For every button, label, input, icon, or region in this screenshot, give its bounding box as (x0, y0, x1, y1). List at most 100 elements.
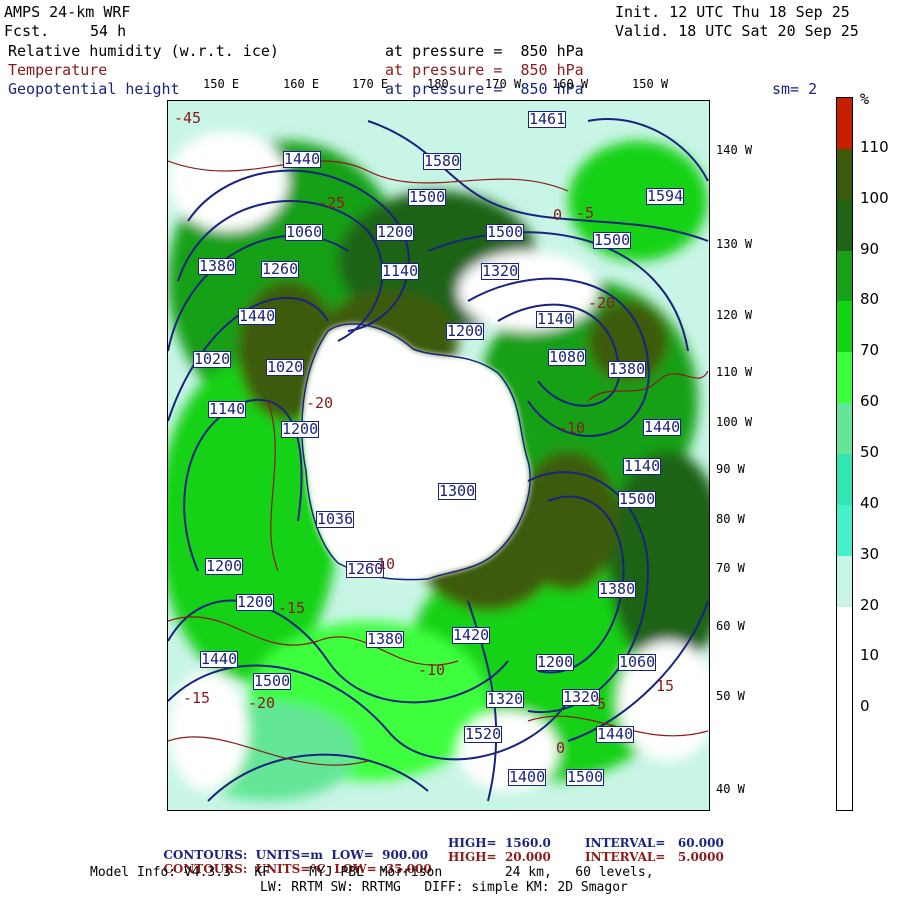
height-label: 1200 (236, 593, 275, 611)
colorbar-tick-label: 90 (860, 239, 880, 258)
height-label: 1380 (608, 360, 647, 378)
colorbar-tick-label: 60 (860, 392, 880, 411)
height-label: 1500 (618, 490, 657, 508)
lon-label-top: 170 W (485, 77, 522, 91)
temp-label: -20 (248, 694, 276, 712)
lon-label-top: 150 E (203, 77, 240, 91)
temp-label: -10 (368, 555, 396, 573)
field-rh-level: at pressure = 850 hPa (385, 42, 584, 60)
colorbar-tick-label: 30 (860, 544, 880, 563)
lon-label-top: 180 (427, 77, 449, 91)
temp-label: 0 (553, 206, 563, 224)
lon-label-right: 50 W (716, 689, 745, 703)
colorbar-segment (837, 352, 852, 404)
lon-label-right: 70 W (716, 561, 745, 575)
height-label: 1500 (566, 768, 605, 786)
lon-label-top: 160 W (552, 77, 589, 91)
lon-label-right: 100 W (716, 415, 753, 429)
temp-label: -5 (588, 695, 607, 713)
valid-time: Valid. 18 UTC Sat 20 Sep 25 (615, 22, 859, 40)
height-label: 1036 (316, 510, 355, 528)
colorbar-segment (837, 606, 852, 658)
height-label: 1440 (200, 650, 239, 668)
colorbar-segment (837, 657, 852, 709)
height-label: 1380 (198, 257, 237, 275)
temp-label: -20 (588, 294, 616, 312)
footer-model-info-2: LW: RRTM SW: RRTMG DIFF: simple KM: 2D S… (260, 880, 628, 895)
height-label: 1200 (446, 322, 485, 340)
footer-temp-interval: INTERVAL= 5.0000 (585, 850, 724, 864)
lon-label-right: 90 W (716, 462, 745, 476)
height-label: 1200 (376, 223, 415, 241)
footer-height-high: HIGH= 1560.0 (448, 836, 551, 850)
init-time: Init. 12 UTC Thu 18 Sep 25 (615, 3, 850, 21)
forecast-hour: 54 h (90, 22, 127, 40)
height-label: 1420 (452, 626, 491, 644)
height-label: 1520 (464, 725, 503, 743)
lon-label-right: 130 W (716, 237, 753, 251)
height-label: 1020 (193, 350, 232, 368)
temp-label: -45 (174, 109, 202, 127)
height-label: 1060 (618, 653, 657, 671)
lon-label-top: 160 E (283, 77, 320, 91)
height-label: 1140 (381, 262, 420, 280)
height-label: 1140 (536, 310, 575, 328)
colorbar-tick-label: 80 (860, 290, 880, 309)
height-label: 1380 (366, 630, 405, 648)
colorbar-segment (837, 403, 852, 455)
height-label: 1500 (486, 223, 525, 241)
model-title: AMPS 24-km WRF (4, 3, 131, 21)
height-label: 1380 (598, 580, 637, 598)
height-label: 1440 (238, 307, 277, 325)
colorbar-segment (837, 504, 852, 557)
field-temp-level: at pressure = 850 hPa (385, 61, 584, 79)
lon-label-right: 80 W (716, 512, 745, 526)
height-label: 1440 (283, 150, 322, 168)
footer-height-interval: INTERVAL= 60.000 (585, 836, 724, 850)
height-label: 1461 (528, 110, 567, 128)
colorbar-segment (837, 555, 852, 608)
forecast-label: Fcst. (4, 22, 50, 40)
colorbar-tick-label: 10 (860, 646, 880, 665)
colorbar-tick-label: 50 (860, 443, 880, 461)
height-label: 1500 (253, 672, 292, 690)
height-label: 1500 (593, 231, 632, 249)
field-rh-name: Relative humidity (w.r.t. ice) (8, 42, 279, 60)
temp-label: -15 (278, 599, 306, 617)
temp-label: 0 (556, 739, 566, 757)
lon-label-right: 60 W (716, 619, 745, 633)
lon-label-right: 120 W (716, 308, 753, 322)
temp-label: -25 (318, 194, 346, 212)
colorbar-tick-label: 110 (860, 137, 889, 156)
colorbar-segment (837, 98, 852, 150)
height-label: 1140 (623, 457, 662, 475)
height-label: 1500 (408, 188, 447, 206)
height-label: 1080 (548, 348, 587, 366)
colorbar-segment (837, 199, 852, 252)
smoothing-label: sm= 2 (772, 80, 818, 98)
temp-label: -10 (558, 419, 586, 437)
height-label: 1580 (423, 152, 462, 170)
height-label: 1020 (266, 358, 305, 376)
colorbar-unit: % (860, 90, 870, 108)
colorbar-segment (837, 708, 852, 760)
colorbar-tick-label: 70 (860, 341, 880, 360)
colorbar-segment (837, 250, 852, 302)
colorbar-segment (837, 454, 852, 506)
colorbar (836, 97, 853, 811)
lon-label-top: 150 W (632, 77, 669, 91)
height-label: 1400 (508, 768, 547, 786)
lon-label-right: 40 W (716, 782, 745, 796)
colorbar-tick-label: 40 (860, 493, 880, 512)
footer-model-info: Model Info: V4.3.3 KF MYJ PBL Morrison 2… (90, 865, 654, 880)
footer-temp-high: HIGH= 20.000 (448, 850, 551, 864)
height-label: 1440 (643, 418, 682, 436)
weather-map: 1461 1580 1500 1594 1440 1060 1200 1140 … (167, 100, 710, 811)
height-label: 1140 (208, 400, 247, 418)
colorbar-tick-label: 20 (860, 595, 880, 614)
temp-label: -10 (418, 661, 446, 679)
field-height-name: Geopotential height (8, 80, 180, 98)
temp-label: -20 (306, 394, 334, 412)
height-label: 1260 (261, 260, 300, 278)
temp-label: -15 (183, 689, 211, 707)
